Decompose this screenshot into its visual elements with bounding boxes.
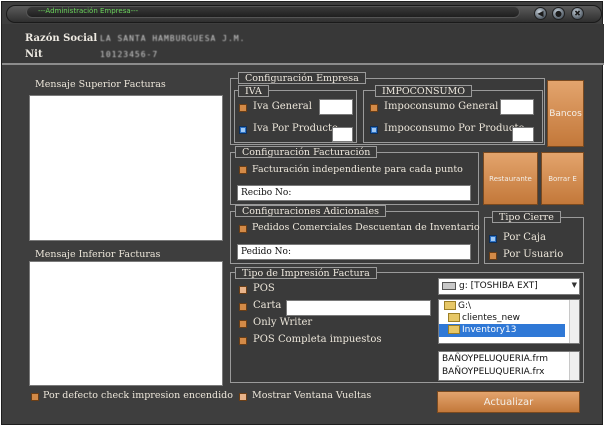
- drive-label: g: [TOSHIBA EXT]: [459, 281, 538, 291]
- pedidos-checkbox[interactable]: [239, 225, 247, 233]
- app-window: ---Administración Empresa--- ◀ ● ✖ Razón…: [1, 1, 604, 425]
- only-writer-checkbox[interactable]: [239, 320, 247, 328]
- folder-list[interactable]: G:\ clientes_new Inventory13: [438, 299, 580, 344]
- independiente-checkbox[interactable]: [239, 166, 247, 174]
- impo-general-input[interactable]: [500, 99, 534, 115]
- impo-producto-checkbox[interactable]: [370, 126, 378, 134]
- iva-producto-checkbox[interactable]: [239, 126, 247, 134]
- pos-label: POS: [253, 283, 275, 294]
- pos-checkbox[interactable]: [239, 286, 247, 294]
- vueltas-checkbox[interactable]: [239, 393, 247, 401]
- only-writer-label: Only Writer: [253, 317, 313, 328]
- razon-social-label: Razón Social: [25, 33, 98, 44]
- iva-producto-input[interactable]: [332, 127, 353, 142]
- pos-completa-label: POS Completa impuestos: [253, 334, 382, 345]
- actualizar-button[interactable]: Actualizar: [437, 391, 580, 413]
- impresion-title: Tipo de Impresión Factura: [235, 267, 377, 279]
- back-icon[interactable]: ◀: [534, 7, 547, 20]
- por-usuario-label: Por Usuario: [503, 249, 564, 260]
- facturacion-title: Configuración Facturación: [235, 146, 378, 158]
- pos-completa-checkbox[interactable]: [239, 337, 247, 345]
- impo-producto-label: Impoconsumo Por Producto: [384, 123, 525, 134]
- cierre-title: Tipo Cierre: [492, 211, 561, 223]
- window-title: ---Administración Empresa---: [38, 7, 139, 15]
- carta-checkbox[interactable]: [239, 303, 247, 311]
- folder-icon: [448, 325, 460, 334]
- razon-social-value: LA SANTA HAMBURGUESA J.M.: [100, 34, 246, 43]
- close-icon[interactable]: ✖: [571, 7, 584, 20]
- file-scrollbar[interactable]: [569, 352, 579, 380]
- file-item[interactable]: BAÑOYPELUQUERIA.frx: [442, 366, 576, 379]
- file-item[interactable]: BAÑOYPELUQUERIA.frm: [442, 353, 576, 366]
- iva-producto-label: Iva Por Producto: [253, 123, 339, 134]
- pedidos-label: Pedidos Comerciales Descuentan de Invent…: [252, 222, 480, 233]
- superior-title: Mensaje Superior Facturas: [35, 79, 166, 90]
- recibo-input[interactable]: Recibo No:: [237, 185, 471, 201]
- restaurante-button[interactable]: Restaurante: [483, 152, 538, 205]
- folder-item-selected[interactable]: Inventory13: [439, 324, 565, 337]
- impoconsumo-title: IMPOCONSUMO: [375, 85, 473, 97]
- nit-value: 10123456-7: [100, 50, 159, 59]
- superior-message-input[interactable]: [29, 95, 223, 241]
- por-usuario-checkbox[interactable]: [489, 252, 497, 260]
- empresa-title: Configuración Empresa: [238, 72, 366, 84]
- por-caja-label: Por Caja: [503, 232, 546, 243]
- adicionales-title: Configuraciones Adicionales: [235, 205, 386, 217]
- iva-general-label: Iva General: [253, 101, 312, 112]
- impo-general-checkbox[interactable]: [370, 104, 378, 112]
- company-header: [2, 24, 604, 65]
- independiente-label: Facturación independiente para cada punt…: [252, 164, 463, 175]
- nit-label: Nit: [25, 49, 43, 60]
- chevron-down-icon: ▼: [571, 281, 577, 289]
- carta-label: Carta: [253, 300, 282, 311]
- folder-icon: [448, 313, 460, 322]
- folder-scrollbar[interactable]: [569, 300, 579, 343]
- folder-item[interactable]: clientes_new: [439, 312, 579, 324]
- iva-general-input[interactable]: [319, 99, 353, 115]
- pedido-input[interactable]: Pedido No:: [237, 244, 471, 260]
- default-print-label: Por defecto check impresion encendido: [43, 390, 233, 401]
- inferior-message-input[interactable]: [29, 261, 223, 386]
- carta-input[interactable]: [286, 300, 431, 316]
- vueltas-label: Mostrar Ventana Vueltas: [252, 390, 372, 401]
- impo-general-label: Impoconsumo General: [384, 101, 499, 112]
- inferior-title: Mensaje Inferior Facturas: [35, 249, 161, 260]
- default-print-checkbox[interactable]: [31, 393, 39, 401]
- por-caja-checkbox[interactable]: [489, 235, 497, 243]
- iva-general-checkbox[interactable]: [239, 104, 247, 112]
- file-list[interactable]: BAÑOYPELUQUERIA.frm BAÑOYPELUQUERIA.frx: [438, 351, 580, 381]
- bancos-button[interactable]: Bancos: [547, 80, 584, 147]
- impo-producto-input[interactable]: [512, 127, 534, 142]
- minimize-icon[interactable]: ●: [552, 7, 565, 20]
- borrar-button[interactable]: Borrar E: [541, 152, 584, 205]
- drive-select[interactable]: g: [TOSHIBA EXT] ▼: [438, 278, 580, 295]
- folder-item[interactable]: G:\: [439, 300, 579, 312]
- drive-icon: [442, 281, 456, 290]
- folder-icon: [444, 301, 456, 310]
- iva-title: IVA: [238, 85, 269, 97]
